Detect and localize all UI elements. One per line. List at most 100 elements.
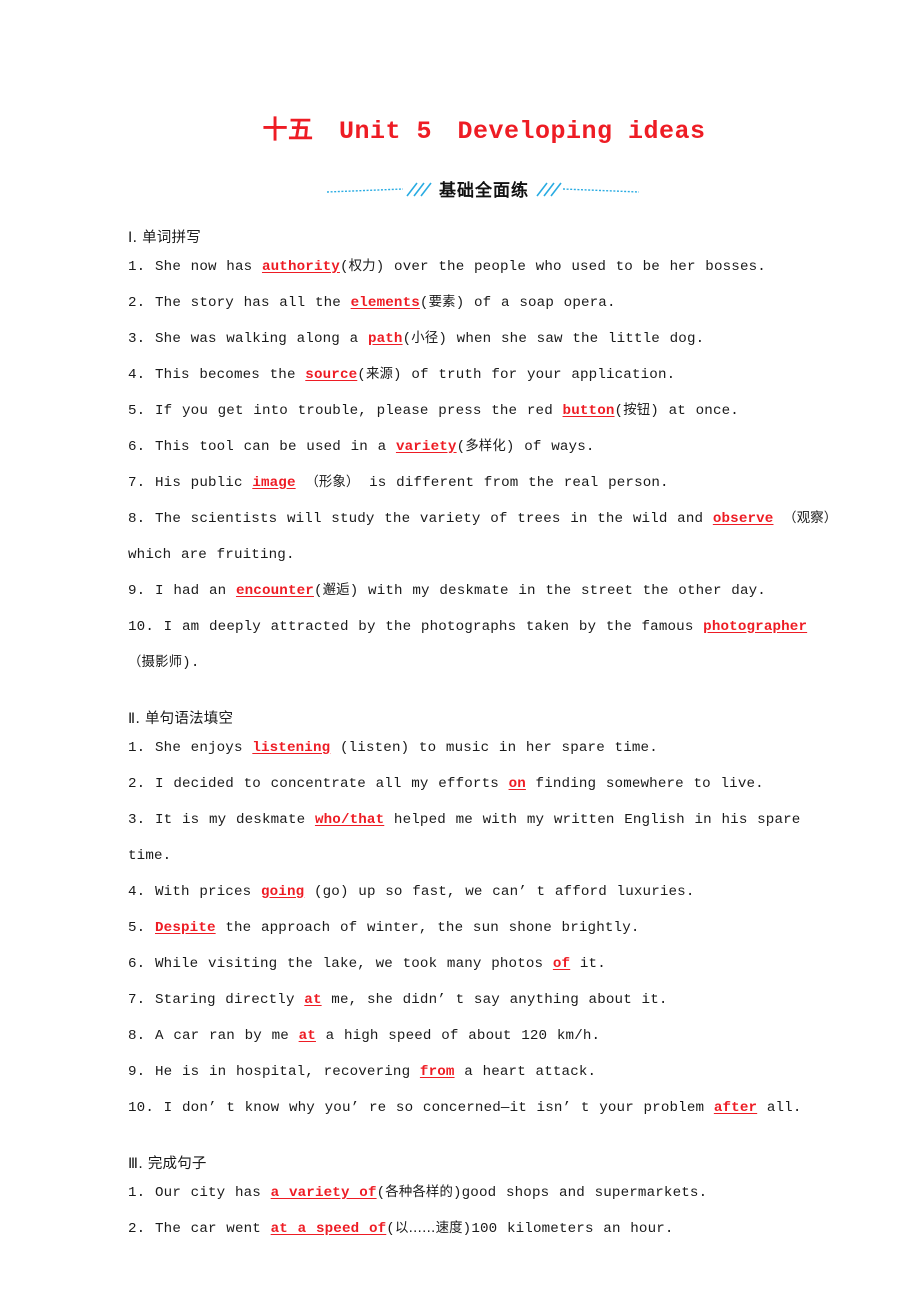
question-item: 3. She was walking along a path(小径) when… xyxy=(128,321,840,357)
question-number: 6. xyxy=(128,955,146,972)
question-number: 2. xyxy=(128,1220,146,1237)
question-text: While visiting the lake, we took many ph… xyxy=(155,955,553,972)
answer-text: from xyxy=(419,1063,455,1080)
cjk-run: （摄影师 xyxy=(128,654,183,670)
question-text: (go) up so fast, we can’ t afford luxuri… xyxy=(304,883,695,900)
question-text: I don’ t know why you’ re so concerned—i… xyxy=(163,1099,714,1116)
cjk-run: 小径 xyxy=(411,330,439,346)
question-text: (小径) when she saw the little dog. xyxy=(402,330,705,347)
question-item: 2. I decided to concentrate all my effor… xyxy=(128,766,840,802)
banner-rule-left xyxy=(325,176,435,202)
question-text: (要素) of a soap opera. xyxy=(419,294,616,311)
answer-text: on xyxy=(508,775,526,792)
cjk-run: （观察） xyxy=(783,510,838,526)
answer-text: variety xyxy=(395,438,457,455)
question-text: I am deeply attracted by the photographs… xyxy=(163,618,704,635)
question-number: 1. xyxy=(128,739,146,756)
question-text: The scientists will study the variety of… xyxy=(155,510,713,527)
question-text: Our city has xyxy=(155,1184,271,1201)
question-number: 1. xyxy=(128,258,146,275)
question-item: 4. With prices going (go) up so fast, we… xyxy=(128,874,840,910)
answer-text: at xyxy=(298,1027,316,1044)
question-text: This tool can be used in a xyxy=(155,438,396,455)
question-number: 9. xyxy=(128,582,146,599)
cjk-run: 多样化 xyxy=(465,438,506,454)
question-number: 5. xyxy=(128,919,146,936)
question-text: Staring directly xyxy=(155,991,305,1008)
question-item: 1. She enjoys listening (listen) to musi… xyxy=(128,730,840,766)
question-number: 8. xyxy=(128,510,146,527)
section-banner: 基础全面练 xyxy=(128,176,840,202)
question-text: all. xyxy=(757,1099,802,1116)
answer-text: Despite xyxy=(155,919,216,936)
question-item: 2. The car went at a speed of(以……速度)100 … xyxy=(128,1211,840,1247)
banner-rule-right xyxy=(533,176,643,202)
question-text: A car ran by me xyxy=(155,1027,299,1044)
question-number: 3. xyxy=(128,811,146,828)
answer-text: observe xyxy=(712,510,774,527)
question-item: 8. A car ran by me at a high speed of ab… xyxy=(128,1018,840,1054)
question-item: 8. The scientists will study the variety… xyxy=(128,501,840,573)
question-number: 9. xyxy=(128,1063,146,1080)
question-number: 6. xyxy=(128,438,146,455)
question-item: 6. While visiting the lake, we took many… xyxy=(128,946,840,982)
question-number: 3. xyxy=(128,330,146,347)
question-text: I had an xyxy=(155,582,236,599)
question-item: 7. Staring directly at me, she didn’ t s… xyxy=(128,982,840,1018)
section-heading: Ⅲ. 完成句子 xyxy=(128,1155,207,1172)
question-text: It is my deskmate xyxy=(155,811,315,828)
cjk-run: 各种各样的 xyxy=(385,1184,453,1200)
answer-text: at xyxy=(304,991,322,1008)
question-text: (权力) over the people who used to be her … xyxy=(339,258,766,275)
question-text: She enjoys xyxy=(155,739,253,756)
question-number: 1. xyxy=(128,1184,146,1201)
answer-text: photographer xyxy=(703,618,808,635)
question-number: 2. xyxy=(128,775,146,792)
question-item: 1. She now has authority(权力) over the pe… xyxy=(128,249,840,285)
banner-label: 基础全面练 xyxy=(439,181,529,201)
question-number: 10. xyxy=(128,1099,154,1116)
answer-text: listening xyxy=(252,739,331,756)
question-text: （摄影师). xyxy=(128,654,200,671)
answer-text: elements xyxy=(350,294,420,311)
question-text: (各种各样的)good shops and supermarkets. xyxy=(376,1184,708,1201)
document-page: 十五 Unit 5 Developing ideas 基础全面练 Ⅰ. 单词拼写… xyxy=(0,0,920,1302)
answer-text: authority xyxy=(261,258,340,275)
question-text: The car went xyxy=(155,1220,271,1237)
cjk-run: 来源 xyxy=(365,366,394,382)
question-text: (listen) to music in her spare time. xyxy=(330,739,658,756)
page-title: 十五 Unit 5 Developing ideas xyxy=(262,117,706,146)
question-text: it. xyxy=(570,955,606,972)
section-heading: Ⅰ. 单词拼写 xyxy=(128,229,201,246)
question-text: If you get into trouble, please press th… xyxy=(155,402,563,419)
question-item: 1. Our city has a variety of(各种各样的)good … xyxy=(128,1175,840,1211)
cjk-run: 邂逅 xyxy=(322,582,350,598)
question-text: (按钮) at once. xyxy=(614,402,739,419)
answer-text: path xyxy=(367,330,403,347)
question-item: 9. I had an encounter(邂逅) with my deskma… xyxy=(128,573,840,609)
question-text: finding somewhere to live. xyxy=(525,775,764,792)
question-text: The story has all the xyxy=(155,294,351,311)
answer-text: encounter xyxy=(235,582,314,599)
answer-text: a variety of xyxy=(270,1184,377,1201)
question-item: 6. This tool can be used in a variety(多样… xyxy=(128,429,840,465)
question-text: She was walking along a xyxy=(155,330,368,347)
question-item: 3. It is my deskmate who/that helped me … xyxy=(128,802,840,874)
cjk-run: （形象） xyxy=(305,474,360,490)
question-text: (多样化) of ways. xyxy=(456,438,595,455)
answer-text: source xyxy=(305,366,358,383)
cjk-run: 要素 xyxy=(428,294,456,310)
answer-text: at a speed of xyxy=(270,1220,387,1237)
question-number: 8. xyxy=(128,1027,146,1044)
question-number: 10. xyxy=(128,618,154,635)
question-item: 2. The story has all the elements(要素) of… xyxy=(128,285,840,321)
question-text: (来源) of truth for your application. xyxy=(357,366,676,383)
cjk-run: 权力 xyxy=(348,258,376,274)
question-item: 9. He is in hospital, recovering from a … xyxy=(128,1054,840,1090)
cjk-run: 按钮 xyxy=(623,402,651,418)
answer-text: going xyxy=(260,883,305,900)
question-number: 4. xyxy=(128,366,146,383)
question-text: the approach of winter, the sun shone br… xyxy=(215,919,640,936)
question-text: a heart attack. xyxy=(454,1063,597,1080)
answer-text: image xyxy=(252,474,296,491)
